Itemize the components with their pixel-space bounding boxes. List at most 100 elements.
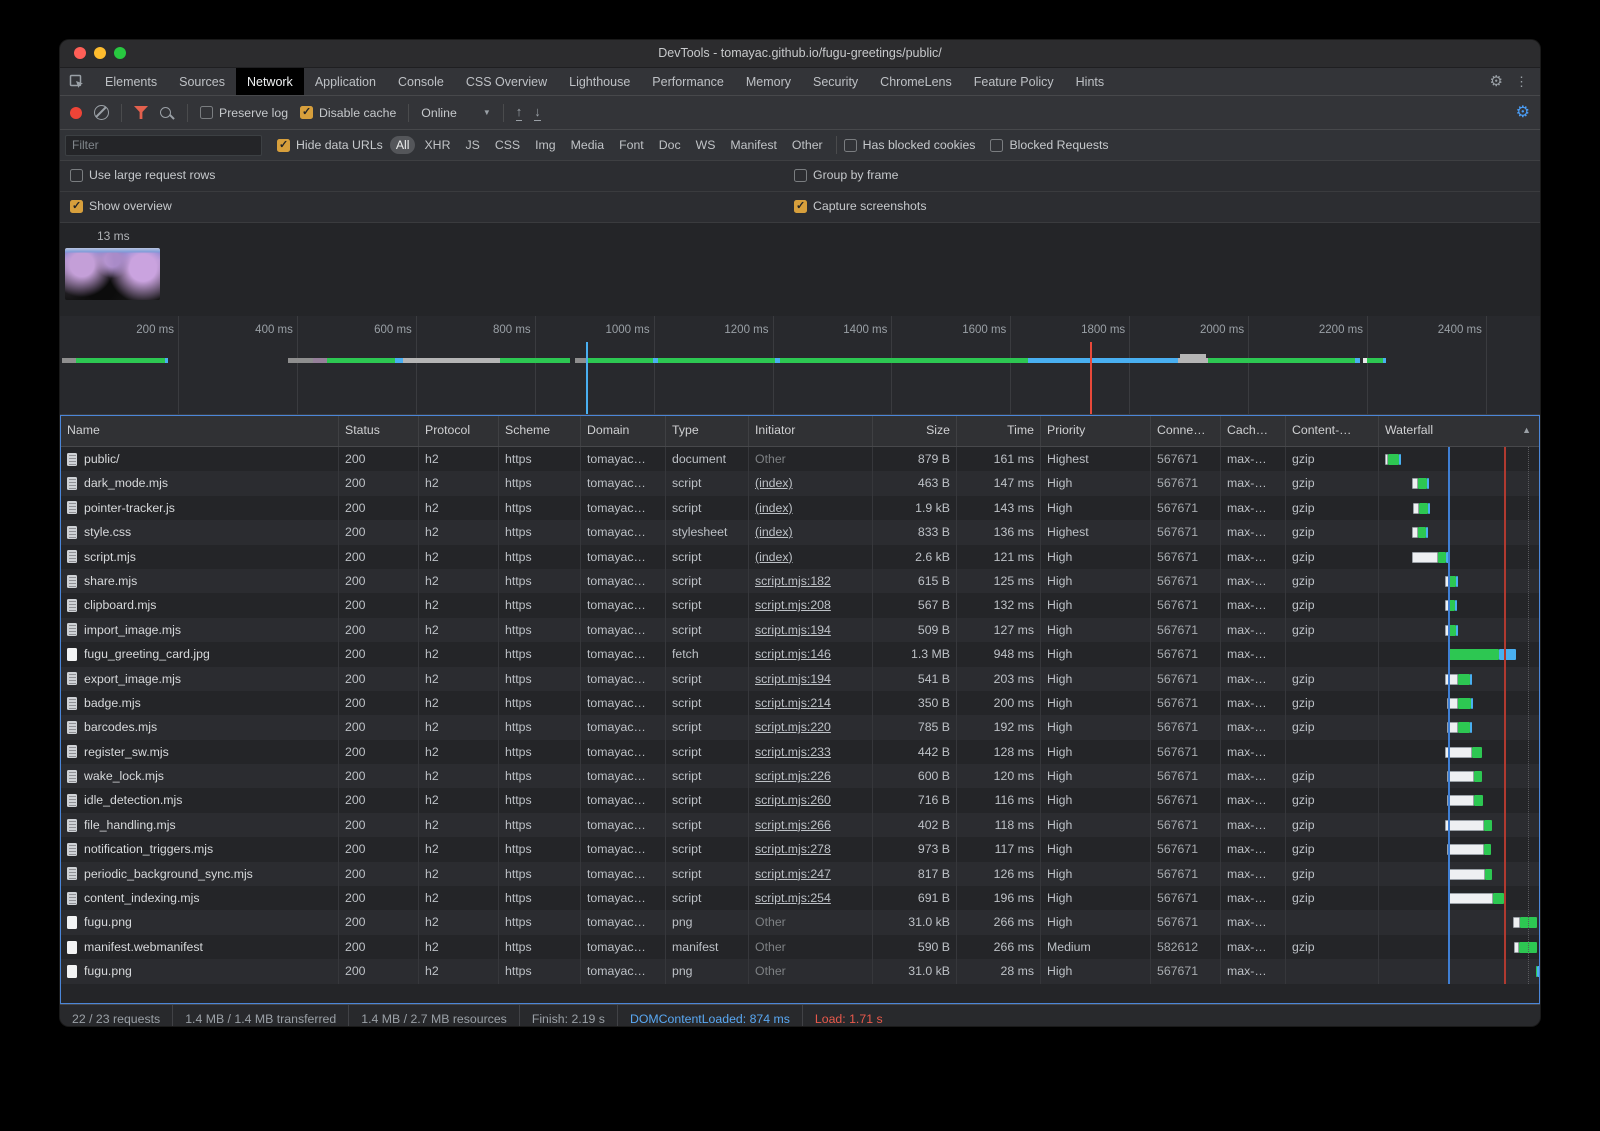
table-row[interactable]: export_image.mjs200h2httpstomayac…script… bbox=[61, 667, 1539, 691]
cell-initiator[interactable]: Other bbox=[749, 959, 873, 983]
table-row[interactable]: idle_detection.mjs200h2httpstomayac…scri… bbox=[61, 788, 1539, 812]
tab-feature-policy[interactable]: Feature Policy bbox=[963, 68, 1065, 95]
show-overview-checkbox-box[interactable] bbox=[70, 200, 83, 213]
cell-name[interactable]: script.mjs bbox=[61, 545, 339, 569]
inspect-element-icon[interactable] bbox=[60, 68, 94, 95]
resource-filter-pill-other[interactable]: Other bbox=[786, 136, 829, 154]
table-row[interactable]: file_handling.mjs200h2httpstomayac…scrip… bbox=[61, 813, 1539, 837]
search-icon[interactable] bbox=[160, 107, 171, 118]
tab-css-overview[interactable]: CSS Overview bbox=[455, 68, 558, 95]
cell-name[interactable]: style.css bbox=[61, 520, 339, 544]
throttling-dropdown[interactable]: Online ▼ bbox=[421, 106, 490, 120]
column-header-priority[interactable]: Priority bbox=[1041, 416, 1151, 446]
table-row[interactable]: wake_lock.mjs200h2httpstomayac…scriptscr… bbox=[61, 764, 1539, 788]
cell-name[interactable]: idle_detection.mjs bbox=[61, 788, 339, 812]
table-row[interactable]: style.css200h2httpstomayac…stylesheet(in… bbox=[61, 520, 1539, 544]
use-large-request-rows-checkbox-box[interactable] bbox=[70, 169, 83, 182]
table-row[interactable]: badge.mjs200h2httpstomayac…scriptscript.… bbox=[61, 691, 1539, 715]
blocked-requests-checkbox-box[interactable] bbox=[990, 139, 1003, 152]
close-window-button[interactable] bbox=[74, 47, 86, 59]
hide-data-urls-checkbox-box[interactable] bbox=[277, 139, 290, 152]
cell-name[interactable]: export_image.mjs bbox=[61, 667, 339, 691]
resource-filter-pill-font[interactable]: Font bbox=[613, 136, 650, 154]
cell-initiator[interactable]: script.mjs:208 bbox=[749, 593, 873, 617]
hide-data-urls-checkbox[interactable]: Hide data URLs bbox=[277, 138, 383, 152]
column-header-time[interactable]: Time bbox=[957, 416, 1041, 446]
resource-filter-pill-manifest[interactable]: Manifest bbox=[724, 136, 782, 154]
cell-name[interactable]: fugu.png bbox=[61, 959, 339, 983]
initiator-link[interactable]: script.mjs:226 bbox=[755, 769, 831, 783]
cell-initiator[interactable]: script.mjs:233 bbox=[749, 740, 873, 764]
table-row[interactable]: register_sw.mjs200h2httpstomayac…scripts… bbox=[61, 740, 1539, 764]
table-row[interactable]: notification_triggers.mjs200h2httpstomay… bbox=[61, 837, 1539, 861]
has-blocked-cookies-checkbox-box[interactable] bbox=[844, 139, 857, 152]
cell-initiator[interactable]: script.mjs:266 bbox=[749, 813, 873, 837]
initiator-link[interactable]: (index) bbox=[755, 525, 793, 539]
settings-gear-icon[interactable]: ⚙ bbox=[1490, 74, 1503, 89]
cell-initiator[interactable]: (index) bbox=[749, 545, 873, 569]
blocked-requests-checkbox[interactable]: Blocked Requests bbox=[990, 138, 1108, 152]
table-row[interactable]: periodic_background_sync.mjs200h2httpsto… bbox=[61, 862, 1539, 886]
record-button[interactable] bbox=[70, 107, 82, 119]
initiator-link[interactable]: script.mjs:182 bbox=[755, 574, 831, 588]
initiator-link[interactable]: script.mjs:146 bbox=[755, 647, 831, 661]
cell-name[interactable]: content_indexing.mjs bbox=[61, 886, 339, 910]
cell-name[interactable]: fugu.png bbox=[61, 910, 339, 934]
cell-initiator[interactable]: script.mjs:278 bbox=[749, 837, 873, 861]
zoom-window-button[interactable] bbox=[114, 47, 126, 59]
preserve-log-checkbox[interactable]: Preserve log bbox=[200, 106, 288, 120]
table-row[interactable]: dark_mode.mjs200h2httpstomayac…script(in… bbox=[61, 471, 1539, 495]
cell-name[interactable]: share.mjs bbox=[61, 569, 339, 593]
cell-initiator[interactable]: script.mjs:260 bbox=[749, 788, 873, 812]
column-header-content[interactable]: Content-… bbox=[1286, 416, 1379, 446]
cell-name[interactable]: barcodes.mjs bbox=[61, 715, 339, 739]
initiator-link[interactable]: script.mjs:254 bbox=[755, 891, 831, 905]
cell-initiator[interactable]: script.mjs:247 bbox=[749, 862, 873, 886]
initiator-link[interactable]: script.mjs:194 bbox=[755, 672, 831, 686]
column-header-protocol[interactable]: Protocol bbox=[419, 416, 499, 446]
cell-name[interactable]: dark_mode.mjs bbox=[61, 471, 339, 495]
table-row[interactable]: import_image.mjs200h2httpstomayac…script… bbox=[61, 618, 1539, 642]
table-row[interactable]: pointer-tracker.js200h2httpstomayac…scri… bbox=[61, 496, 1539, 520]
tab-sources[interactable]: Sources bbox=[168, 68, 236, 95]
table-row[interactable]: fugu_greeting_card.jpg200h2httpstomayac…… bbox=[61, 642, 1539, 666]
tab-lighthouse[interactable]: Lighthouse bbox=[558, 68, 641, 95]
cell-initiator[interactable]: script.mjs:214 bbox=[749, 691, 873, 715]
cell-name[interactable]: clipboard.mjs bbox=[61, 593, 339, 617]
table-row[interactable]: barcodes.mjs200h2httpstomayac…scriptscri… bbox=[61, 715, 1539, 739]
network-settings-gear-icon[interactable]: ⚙ bbox=[1516, 105, 1530, 121]
cell-initiator[interactable]: (index) bbox=[749, 496, 873, 520]
cell-initiator[interactable]: Other bbox=[749, 935, 873, 959]
table-row[interactable]: fugu.png200h2httpstomayac…pngOther31.0 k… bbox=[61, 959, 1539, 983]
more-options-kebab-icon[interactable]: ⋮ bbox=[1515, 74, 1528, 90]
filter-input[interactable] bbox=[65, 135, 262, 156]
filmstrip-screenshot-thumbnail[interactable] bbox=[65, 248, 160, 300]
column-header-domain[interactable]: Domain bbox=[581, 416, 666, 446]
tab-chromelens[interactable]: ChromeLens bbox=[869, 68, 963, 95]
resource-filter-pill-css[interactable]: CSS bbox=[489, 136, 526, 154]
column-header-initiator[interactable]: Initiator bbox=[749, 416, 873, 446]
tab-network[interactable]: Network bbox=[236, 68, 304, 95]
cell-initiator[interactable]: (index) bbox=[749, 520, 873, 544]
cell-initiator[interactable]: script.mjs:194 bbox=[749, 618, 873, 642]
disable-cache-checkbox[interactable]: Disable cache bbox=[300, 106, 396, 120]
preserve-log-checkbox-box[interactable] bbox=[200, 106, 213, 119]
resource-filter-pill-js[interactable]: JS bbox=[459, 136, 485, 154]
cell-name[interactable]: pointer-tracker.js bbox=[61, 496, 339, 520]
cell-initiator[interactable]: script.mjs:194 bbox=[749, 667, 873, 691]
resource-filter-pill-all[interactable]: All bbox=[390, 136, 416, 154]
filter-funnel-icon[interactable] bbox=[134, 106, 148, 119]
table-row[interactable]: fugu.png200h2httpstomayac…pngOther31.0 k… bbox=[61, 910, 1539, 934]
disable-cache-checkbox-box[interactable] bbox=[300, 106, 313, 119]
cell-name[interactable]: file_handling.mjs bbox=[61, 813, 339, 837]
column-header-waterfall[interactable]: Waterfall▲ bbox=[1379, 416, 1539, 446]
cell-initiator[interactable]: script.mjs:220 bbox=[749, 715, 873, 739]
cell-initiator[interactable]: script.mjs:254 bbox=[749, 886, 873, 910]
resource-filter-pill-media[interactable]: Media bbox=[565, 136, 611, 154]
sort-direction-icon[interactable]: ▲ bbox=[1522, 416, 1531, 445]
column-header-connection[interactable]: Conne… bbox=[1151, 416, 1221, 446]
capture-screenshots-checkbox[interactable]: Capture screenshots bbox=[794, 199, 926, 213]
cell-initiator[interactable]: script.mjs:182 bbox=[749, 569, 873, 593]
column-header-status[interactable]: Status bbox=[339, 416, 419, 446]
tab-hints[interactable]: Hints bbox=[1065, 68, 1115, 95]
